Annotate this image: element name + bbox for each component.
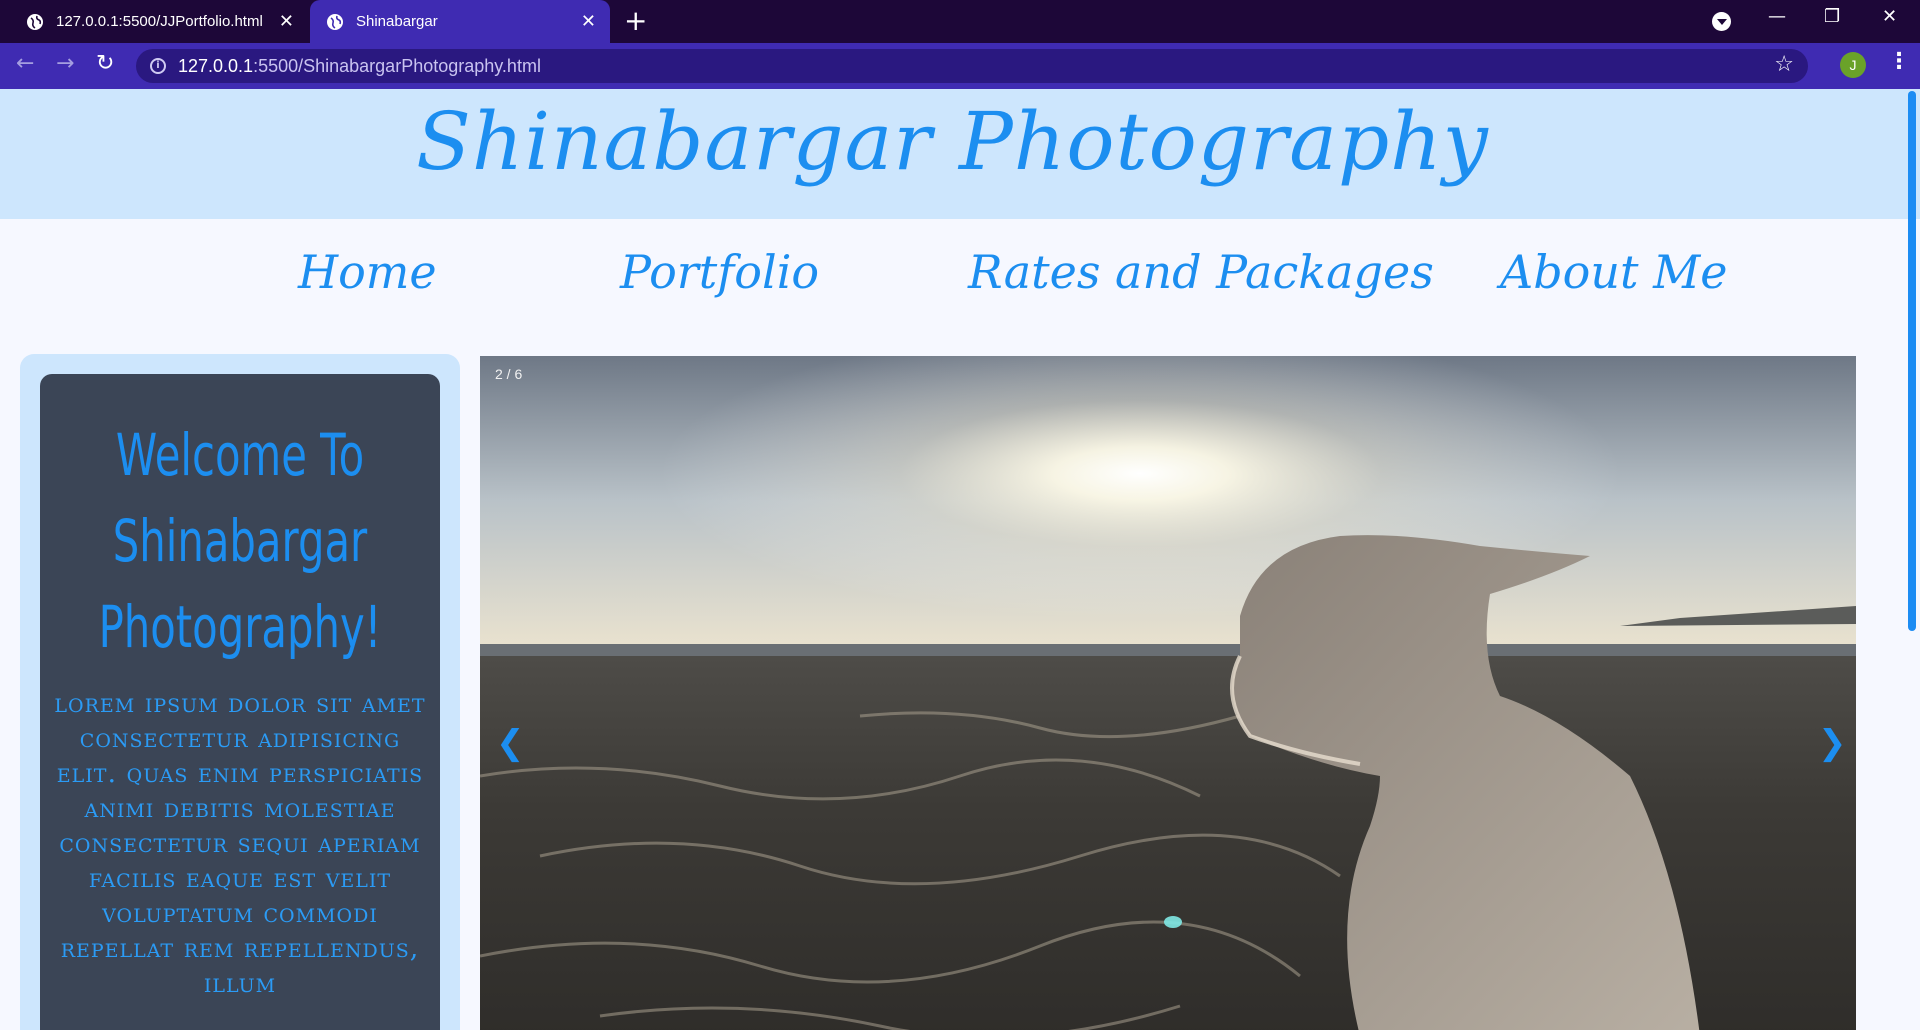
welcome-card: Welcome To Shinabargar Photography! Lore…: [40, 374, 440, 1030]
browser-toolbar: ← → ↻ i 127.0.0.1:5500/ShinabargarPhotog…: [0, 43, 1920, 89]
star-icon[interactable]: ☆: [1774, 52, 1794, 77]
plus-icon[interactable]: +: [624, 7, 647, 35]
minimize-icon[interactable]: —: [1768, 6, 1786, 27]
arrow-left-icon[interactable]: ←: [16, 53, 34, 75]
close-icon[interactable]: ✕: [581, 12, 596, 30]
nav-rates-and-packages[interactable]: Rates and Packages: [968, 245, 1434, 299]
photo-slideshow: 2 / 6 ❮ ❯: [480, 356, 1856, 1030]
slide-counter: 2 / 6: [495, 366, 523, 382]
nav-home[interactable]: Home: [298, 245, 437, 299]
globe-icon: [327, 13, 343, 30]
avatar[interactable]: J: [1840, 52, 1866, 78]
page-viewport: Shinabargar Photography Home Portfolio R…: [0, 89, 1920, 1030]
slide-photo: [480, 356, 1856, 1030]
tab-title: 127.0.0.1:5500/JJPortfolio.html: [56, 13, 263, 30]
tab-title: Shinabargar: [356, 13, 438, 30]
welcome-text: Lorem ipsum dolor sit amet consectetur a…: [54, 688, 426, 999]
close-window-icon[interactable]: ✕: [1882, 6, 1897, 27]
profile-menu-icon[interactable]: [1712, 12, 1731, 31]
kebab-menu-icon[interactable]: ⋮: [1888, 51, 1910, 73]
nav-about-me[interactable]: About Me: [1500, 245, 1727, 299]
close-icon[interactable]: ✕: [279, 12, 294, 30]
tab-portfolio[interactable]: 127.0.0.1:5500/JJPortfolio.html ✕: [0, 0, 308, 43]
page-scrollbar[interactable]: [1908, 91, 1916, 631]
reload-icon[interactable]: ↻: [96, 53, 114, 75]
browser-tab-strip: 127.0.0.1:5500/JJPortfolio.html ✕ Shinab…: [0, 0, 1920, 43]
chevron-right-icon[interactable]: ❯: [1818, 726, 1847, 760]
tab-shinabargar[interactable]: Shinabargar ✕: [310, 0, 610, 43]
site-header: Shinabargar Photography: [0, 89, 1920, 219]
info-icon[interactable]: i: [150, 58, 166, 74]
arrow-right-icon[interactable]: →: [56, 53, 74, 75]
globe-icon: [27, 13, 43, 30]
restore-icon[interactable]: ❐: [1824, 6, 1840, 27]
url-text[interactable]: 127.0.0.1:5500/ShinabargarPhotography.ht…: [178, 56, 541, 77]
nav-portfolio[interactable]: Portfolio: [620, 245, 819, 299]
site-title: Shinabargar Photography: [416, 95, 1489, 188]
welcome-heading: Welcome To Shinabargar Photography!: [98, 421, 382, 661]
address-bar[interactable]: i 127.0.0.1:5500/ShinabargarPhotography.…: [136, 49, 1808, 83]
chevron-left-icon[interactable]: ❮: [496, 726, 525, 760]
